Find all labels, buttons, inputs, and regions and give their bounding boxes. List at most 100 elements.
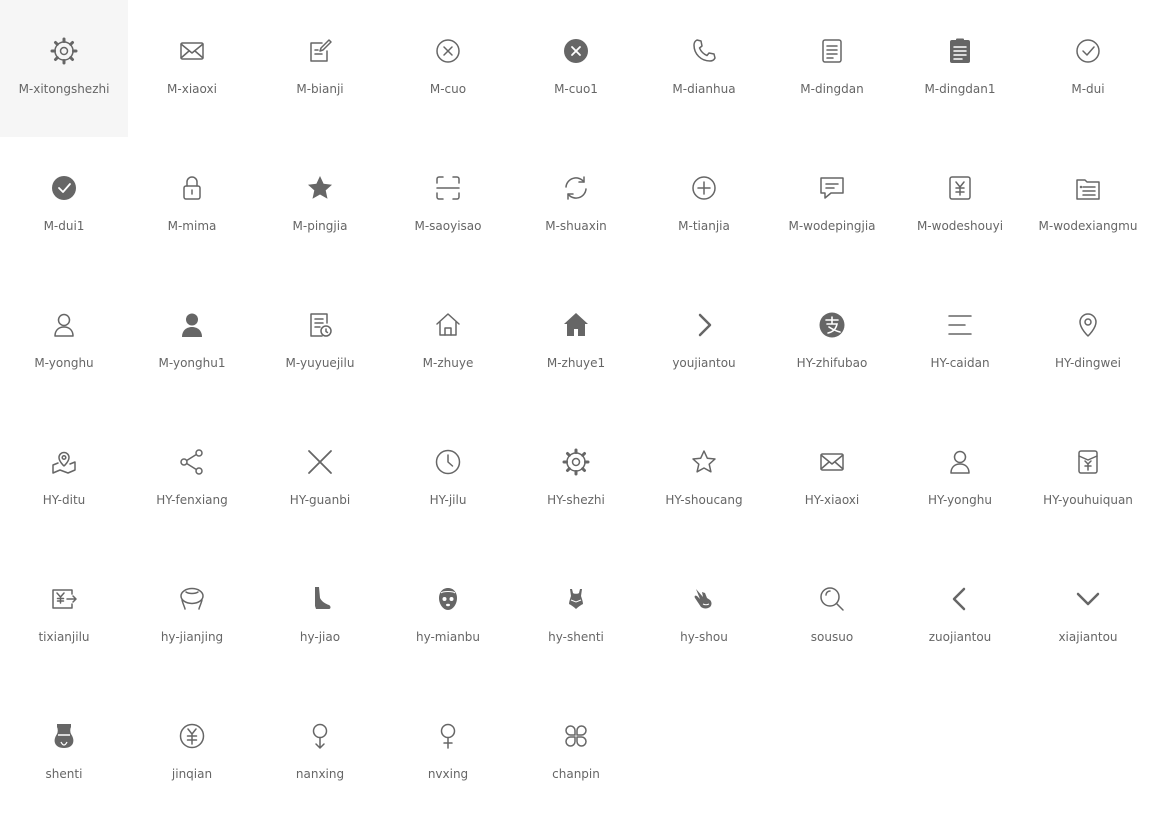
icon-label: M-bianji xyxy=(296,82,344,96)
icon-cell-M-xiaoxi[interactable]: M-xiaoxi xyxy=(128,0,256,137)
lock-icon xyxy=(178,174,206,202)
hand-icon xyxy=(690,585,718,613)
search-icon xyxy=(818,585,846,613)
withdraw-record-icon xyxy=(50,585,78,613)
icon-cell-jinqian[interactable]: jinqian xyxy=(128,685,256,822)
icon-cell-M-pingjia[interactable]: M-pingjia xyxy=(256,137,384,274)
icon-cell-M-bianji[interactable]: M-bianji xyxy=(256,0,384,137)
icon-cell-M-saoyisao[interactable]: M-saoyisao xyxy=(384,137,512,274)
icon-cell-M-mima[interactable]: M-mima xyxy=(128,137,256,274)
icon-label: HY-yonghu xyxy=(928,493,992,507)
icon-label: tixianjilu xyxy=(38,630,90,644)
icon-cell-HY-caidan[interactable]: HY-caidan xyxy=(896,274,1024,411)
icon-cell-M-dui1[interactable]: M-dui1 xyxy=(0,137,128,274)
icon-cell-HY-jilu[interactable]: HY-jilu xyxy=(384,411,512,548)
icon-cell-HY-yonghu[interactable]: HY-yonghu xyxy=(896,411,1024,548)
icon-cell-hy-shou[interactable]: hy-shou xyxy=(640,548,768,685)
icon-cell-M-cuo1[interactable]: M-cuo1 xyxy=(512,0,640,137)
location-pin-icon xyxy=(1074,311,1102,339)
icon-cell-M-yuyuejilu[interactable]: M-yuyuejilu xyxy=(256,274,384,411)
icon-label: hy-jianjing xyxy=(160,630,224,644)
appointment-record-icon xyxy=(306,311,334,339)
icon-cell-HY-fenxiang[interactable]: HY-fenxiang xyxy=(128,411,256,548)
male-icon xyxy=(306,722,334,750)
envelope-icon xyxy=(818,448,846,476)
icon-cell-zuojiantou[interactable]: zuojiantou xyxy=(896,548,1024,685)
shoulder-neck-icon xyxy=(178,585,206,613)
star-filled-icon xyxy=(306,174,334,202)
icon-cell-HY-shezhi[interactable]: HY-shezhi xyxy=(512,411,640,548)
icon-cell-chanpin[interactable]: chanpin xyxy=(512,685,640,822)
icon-cell-M-tianjia[interactable]: M-tianjia xyxy=(640,137,768,274)
icon-cell-HY-youhuiquan[interactable]: HY-youhuiquan xyxy=(1024,411,1152,548)
icon-label: M-tianjia xyxy=(678,219,730,233)
user-icon xyxy=(50,311,78,339)
icon-cell-M-dingdan[interactable]: M-dingdan xyxy=(768,0,896,137)
icon-cell-hy-mianbu[interactable]: hy-mianbu xyxy=(384,548,512,685)
icon-cell-nvxing[interactable]: nvxing xyxy=(384,685,512,822)
home-filled-icon xyxy=(562,311,590,339)
icon-label: M-zhuye xyxy=(422,356,474,370)
star-icon xyxy=(690,448,718,476)
swimsuit-icon xyxy=(562,585,590,613)
user-icon xyxy=(946,448,974,476)
icon-cell-M-shuaxin[interactable]: M-shuaxin xyxy=(512,137,640,274)
icon-cell-HY-zhifubao[interactable]: HY-zhifubao xyxy=(768,274,896,411)
icon-cell-HY-ditu[interactable]: HY-ditu xyxy=(0,411,128,548)
menu-icon xyxy=(946,311,974,339)
icon-cell-youjiantou[interactable]: youjiantou xyxy=(640,274,768,411)
icon-cell-M-zhuye[interactable]: M-zhuye xyxy=(384,274,512,411)
icon-cell-xiajiantou[interactable]: xiajiantou xyxy=(1024,548,1152,685)
icon-cell-HY-dingwei[interactable]: HY-dingwei xyxy=(1024,274,1152,411)
icon-cell-hy-jianjing[interactable]: hy-jianjing xyxy=(128,548,256,685)
icon-cell-M-dui[interactable]: M-dui xyxy=(1024,0,1152,137)
icon-cell-sousuo[interactable]: sousuo xyxy=(768,548,896,685)
icon-cell-tixianjilu[interactable]: tixianjilu xyxy=(0,548,128,685)
female-icon xyxy=(434,722,462,750)
envelope-icon xyxy=(178,37,206,65)
icon-label: xiajiantou xyxy=(1058,630,1118,644)
gear-icon xyxy=(562,448,590,476)
icon-cell-HY-shoucang[interactable]: HY-shoucang xyxy=(640,411,768,548)
icon-cell-HY-xiaoxi[interactable]: HY-xiaoxi xyxy=(768,411,896,548)
icon-cell-hy-shenti[interactable]: hy-shenti xyxy=(512,548,640,685)
icon-label: jinqian xyxy=(171,767,213,781)
icon-cell-M-cuo[interactable]: M-cuo xyxy=(384,0,512,137)
icon-cell-M-dingdan1[interactable]: M-dingdan1 xyxy=(896,0,1024,137)
icon-cell-nanxing[interactable]: nanxing xyxy=(256,685,384,822)
earnings-icon xyxy=(946,174,974,202)
icon-label: M-wodepingjia xyxy=(788,219,876,233)
icon-label: HY-caidan xyxy=(930,356,990,370)
close-circle-icon xyxy=(434,37,462,65)
icon-label: nanxing xyxy=(295,767,345,781)
chevron-left-icon xyxy=(946,585,974,613)
icon-label: M-xitongshezhi xyxy=(18,82,110,96)
icon-cell-M-xitongshezhi[interactable]: M-xitongshezhi xyxy=(0,0,128,137)
icon-label: sousuo xyxy=(810,630,854,644)
body-icon xyxy=(50,722,78,750)
icon-label: M-cuo1 xyxy=(554,82,598,96)
icon-cell-M-wodepingjia[interactable]: M-wodepingjia xyxy=(768,137,896,274)
icon-cell-shenti[interactable]: shenti xyxy=(0,685,128,822)
icon-cell-M-dianhua[interactable]: M-dianhua xyxy=(640,0,768,137)
icon-cell-M-wodeshouyi[interactable]: M-wodeshouyi xyxy=(896,137,1024,274)
icon-cell-M-yonghu1[interactable]: M-yonghu1 xyxy=(128,274,256,411)
icon-label: M-yuyuejilu xyxy=(285,356,355,370)
icon-label: M-dui1 xyxy=(43,219,85,233)
share-icon xyxy=(178,448,206,476)
close-icon xyxy=(306,448,334,476)
icon-cell-M-zhuye1[interactable]: M-zhuye1 xyxy=(512,274,640,411)
icon-label: M-cuo xyxy=(429,82,467,96)
icon-label: HY-shoucang xyxy=(665,493,743,507)
icon-cell-M-wodexiangmu[interactable]: M-wodexiangmu xyxy=(1024,137,1152,274)
icon-cell-M-yonghu[interactable]: M-yonghu xyxy=(0,274,128,411)
icon-label: hy-jiao xyxy=(299,630,341,644)
icon-label: M-zhuye1 xyxy=(546,356,606,370)
map-icon xyxy=(50,448,78,476)
icon-label: M-yonghu xyxy=(34,356,94,370)
icon-label: HY-zhifubao xyxy=(796,356,868,370)
icon-label: M-saoyisao xyxy=(414,219,482,233)
icon-label: M-yonghu1 xyxy=(158,356,226,370)
icon-cell-hy-jiao[interactable]: hy-jiao xyxy=(256,548,384,685)
icon-cell-HY-guanbi[interactable]: HY-guanbi xyxy=(256,411,384,548)
